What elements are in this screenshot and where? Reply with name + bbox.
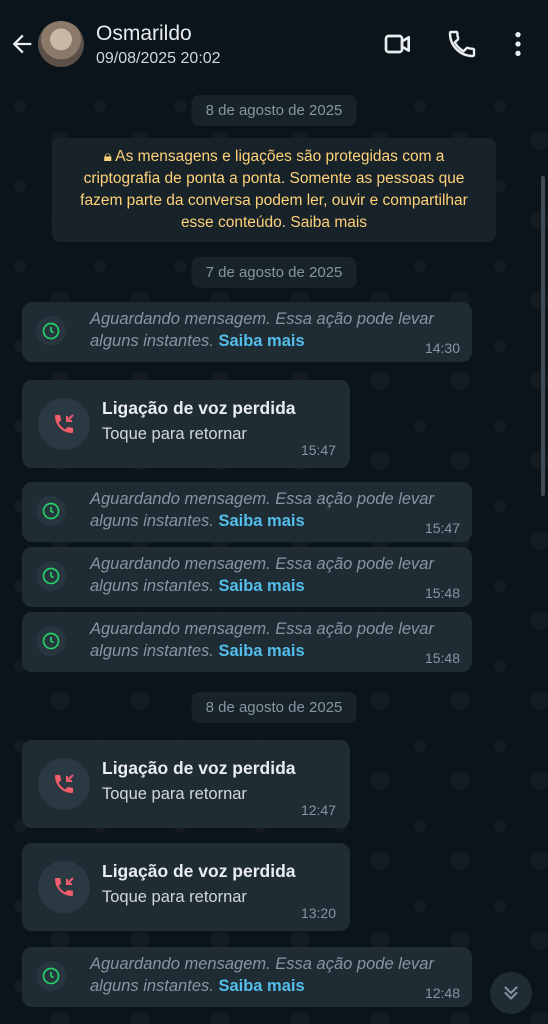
clock-icon (36, 561, 66, 591)
message-time: 13:20 (300, 905, 336, 921)
message-time: 15:47 (424, 520, 460, 536)
waiting-message[interactable]: Aguardando mensagem. Essa ação pode leva… (22, 547, 472, 607)
encryption-notice-text: As mensagens e ligações são protegidas c… (80, 148, 468, 231)
clock-icon (36, 626, 66, 656)
phone-icon[interactable] (446, 28, 478, 60)
clock-icon (36, 316, 66, 346)
date-separator: 8 de agosto de 2025 (191, 692, 357, 723)
encryption-notice[interactable]: 🔒︎ As mensagens e ligações são protegida… (52, 138, 496, 242)
call-subtitle: Toque para retornar (102, 888, 247, 906)
clock-icon (36, 961, 66, 991)
more-vert-icon[interactable] (502, 28, 534, 60)
missed-call-icon (38, 758, 90, 810)
learn-more-link[interactable]: Saiba mais (218, 577, 304, 595)
call-title: Ligação de voz perdida (102, 398, 296, 418)
video-call-icon[interactable] (382, 28, 414, 60)
message-time: 14:30 (424, 340, 460, 356)
date-separator: 7 de agosto de 2025 (191, 257, 357, 288)
call-subtitle: Toque para retornar (102, 425, 247, 443)
double-chevron-down-icon (504, 986, 518, 1000)
lock-icon: 🔒︎ (103, 148, 116, 165)
missed-call-icon (38, 398, 90, 450)
learn-more-link[interactable]: Saiba mais (218, 642, 304, 660)
call-title: Ligação de voz perdida (102, 758, 296, 778)
missed-call-message[interactable]: Ligação de voz perdida Toque para retorn… (22, 380, 350, 468)
clock-icon (36, 496, 66, 526)
message-time: 12:48 (424, 985, 460, 1001)
contact-name[interactable]: Osmarildo (96, 22, 192, 46)
learn-more-link[interactable]: Saiba mais (218, 512, 304, 530)
message-time: 15:48 (424, 650, 460, 666)
message-time: 15:48 (424, 585, 460, 601)
missed-call-icon (38, 861, 90, 913)
call-title: Ligação de voz perdida (102, 861, 296, 881)
learn-more-link[interactable]: Saiba mais (218, 332, 304, 350)
chat-header: Osmarildo 09/08/2025 20:02 (0, 0, 548, 86)
missed-call-message[interactable]: Ligação de voz perdida Toque para retorn… (22, 740, 350, 828)
waiting-message[interactable]: Aguardando mensagem. Essa ação pode leva… (22, 947, 472, 1007)
last-seen: 09/08/2025 20:02 (96, 50, 221, 67)
waiting-message[interactable]: Aguardando mensagem. Essa ação pode leva… (22, 612, 472, 672)
waiting-message[interactable]: Aguardando mensagem. Essa ação pode leva… (22, 482, 472, 542)
arrow-left-icon[interactable] (8, 30, 36, 58)
scroll-to-bottom-button[interactable] (490, 972, 532, 1014)
waiting-message[interactable]: Aguardando mensagem. Essa ação pode leva… (22, 302, 472, 362)
learn-more-link[interactable]: Saiba mais (218, 977, 304, 995)
avatar[interactable] (38, 21, 84, 67)
missed-call-message[interactable]: Ligação de voz perdida Toque para retorn… (22, 843, 350, 931)
message-time: 12:47 (300, 802, 336, 818)
message-time: 15:47 (300, 442, 336, 458)
scrollbar[interactable] (541, 176, 545, 496)
date-separator: 8 de agosto de 2025 (191, 95, 357, 126)
call-subtitle: Toque para retornar (102, 785, 247, 803)
